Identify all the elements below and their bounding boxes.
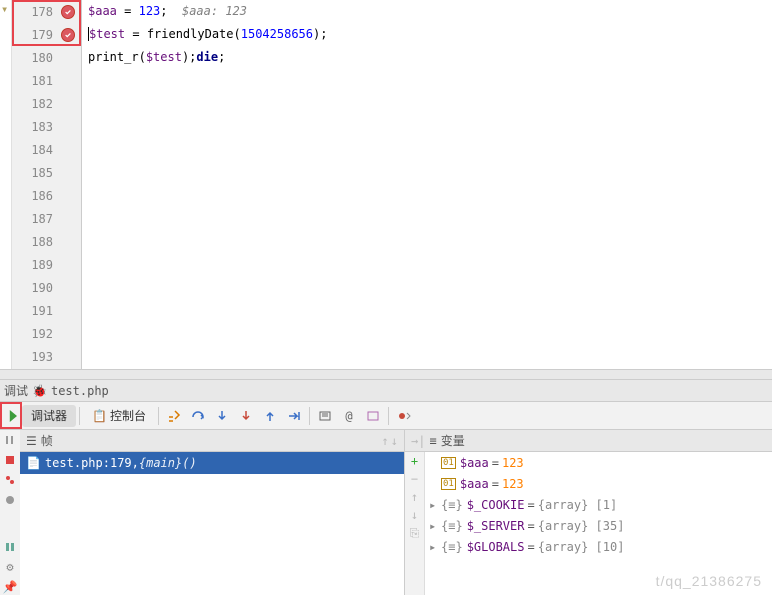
var-row[interactable]: 01$aaa=123 bbox=[425, 473, 772, 494]
frames-header: ☰ 帧 ↑ ↓ bbox=[20, 430, 404, 452]
tab-console[interactable]: 📋控制台 bbox=[83, 405, 155, 427]
var-row[interactable]: ▸{≡}$_COOKIE={array} [1] bbox=[425, 494, 772, 515]
layout-icon[interactable] bbox=[2, 539, 18, 555]
watermark: t/qq_21386275 bbox=[656, 573, 762, 589]
line-number[interactable]: 180 bbox=[12, 46, 81, 69]
line-number[interactable]: 193 bbox=[12, 345, 81, 368]
int-icon: 01 bbox=[441, 478, 456, 490]
copy-icon[interactable]: ⎘ bbox=[410, 526, 420, 541]
line-number[interactable]: 192 bbox=[12, 322, 81, 345]
bug-icon: 🐞 bbox=[32, 384, 47, 398]
down-icon[interactable]: ↓ bbox=[411, 508, 418, 522]
at-icon[interactable]: @ bbox=[338, 405, 360, 427]
add-watch-icon[interactable]: + bbox=[411, 454, 418, 468]
folding-gutter: ▾ bbox=[0, 0, 12, 369]
run-to-cursor-icon[interactable] bbox=[283, 405, 305, 427]
mute-bp-icon[interactable] bbox=[393, 405, 415, 427]
tab-debugger[interactable]: 调试器 bbox=[22, 405, 76, 427]
next-frame-icon[interactable]: ↓ bbox=[391, 434, 398, 448]
vars-icon: ≡ bbox=[429, 434, 436, 448]
show-exec-icon[interactable] bbox=[163, 405, 185, 427]
debug-toolbar: 调试器 📋控制台 @ bbox=[0, 402, 772, 430]
step-into-icon[interactable] bbox=[211, 405, 233, 427]
debug-title-bar: 调试 🐞 test.php bbox=[0, 380, 772, 402]
line-number[interactable]: 189 bbox=[12, 253, 81, 276]
debug-file: test.php bbox=[51, 384, 109, 398]
array-icon: {≡} bbox=[441, 540, 463, 554]
resume-button[interactable] bbox=[0, 402, 22, 429]
variables-panel: →| ≡ 变量 + − ↑ ↓ ⎘ 01$aaa=123 01$aaa=123 … bbox=[405, 430, 772, 595]
code-line[interactable]: $aaa = 123; $aaa: 123 bbox=[88, 0, 772, 23]
mute-icon[interactable] bbox=[2, 492, 18, 508]
line-number[interactable]: 190 bbox=[12, 276, 81, 299]
var-toolbar: + − ↑ ↓ ⎘ bbox=[405, 452, 425, 595]
var-row[interactable]: 01$aaa=123 bbox=[425, 452, 772, 473]
remove-icon[interactable]: − bbox=[411, 472, 418, 486]
code-area[interactable]: $aaa = 123; $aaa: 123 $test = friendlyDa… bbox=[82, 0, 772, 369]
array-icon: {≡} bbox=[441, 498, 463, 512]
stop-icon[interactable] bbox=[2, 452, 18, 468]
line-number[interactable]: 183 bbox=[12, 115, 81, 138]
code-line[interactable]: $test = friendlyDate(1504258656); bbox=[88, 23, 772, 46]
frames-icon: ☰ bbox=[26, 434, 37, 448]
expand-icon[interactable]: ▸ bbox=[429, 498, 441, 512]
line-number[interactable]: 181 bbox=[12, 69, 81, 92]
array-icon: {≡} bbox=[441, 519, 463, 533]
frames-list[interactable]: 📄 test.php:179, {main}() bbox=[20, 452, 404, 595]
line-gutter[interactable]: 178 179 180 181 182 183 184 185 186 187 … bbox=[12, 0, 82, 369]
expand-icon[interactable]: ▸ bbox=[429, 519, 441, 533]
debug-sidebar: ⚙ 📌 bbox=[0, 430, 20, 595]
var-row[interactable]: ▸{≡}$_SERVER={array} [35] bbox=[425, 515, 772, 536]
watch-icon[interactable] bbox=[362, 405, 384, 427]
line-number[interactable]: 182 bbox=[12, 92, 81, 115]
settings-icon[interactable]: ⚙ bbox=[2, 559, 18, 575]
line-number[interactable]: 184 bbox=[12, 138, 81, 161]
pause-icon[interactable] bbox=[2, 432, 18, 448]
funnel-icon: ▾ bbox=[1, 2, 8, 16]
line-number[interactable]: 186 bbox=[12, 184, 81, 207]
line-number[interactable]: 185 bbox=[12, 161, 81, 184]
step-over-icon[interactable] bbox=[187, 405, 209, 427]
var-row[interactable]: ▸{≡}$GLOBALS={array} [10] bbox=[425, 536, 772, 557]
frames-panel: ☰ 帧 ↑ ↓ 📄 test.php:179, {main}() bbox=[20, 430, 405, 595]
debug-panels: ⚙ 📌 ☰ 帧 ↑ ↓ 📄 test.php:179, {main}() →| … bbox=[0, 430, 772, 595]
force-step-into-icon[interactable] bbox=[235, 405, 257, 427]
splitter[interactable] bbox=[0, 370, 772, 380]
code-line[interactable]: print_r($test);die; bbox=[88, 46, 772, 69]
prev-icon[interactable]: →| bbox=[411, 434, 425, 448]
prev-frame-icon[interactable]: ↑ bbox=[382, 434, 389, 448]
frame-icon: 📄 bbox=[26, 456, 41, 470]
step-out-icon[interactable] bbox=[259, 405, 281, 427]
line-number[interactable]: 191 bbox=[12, 299, 81, 322]
up-icon[interactable]: ↑ bbox=[411, 490, 418, 504]
int-icon: 01 bbox=[441, 457, 456, 469]
vars-header: →| ≡ 变量 bbox=[405, 430, 772, 452]
debug-label: 调试 bbox=[4, 382, 28, 399]
line-number[interactable]: 187 bbox=[12, 207, 81, 230]
line-number[interactable]: 188 bbox=[12, 230, 81, 253]
frame-row[interactable]: 📄 test.php:179, {main}() bbox=[20, 452, 404, 474]
view-bp-icon[interactable] bbox=[2, 472, 18, 488]
evaluate-icon[interactable] bbox=[314, 405, 336, 427]
breakpoint-highlight bbox=[12, 0, 81, 46]
expand-icon[interactable]: ▸ bbox=[429, 540, 441, 554]
pin-icon[interactable]: 📌 bbox=[2, 579, 18, 595]
